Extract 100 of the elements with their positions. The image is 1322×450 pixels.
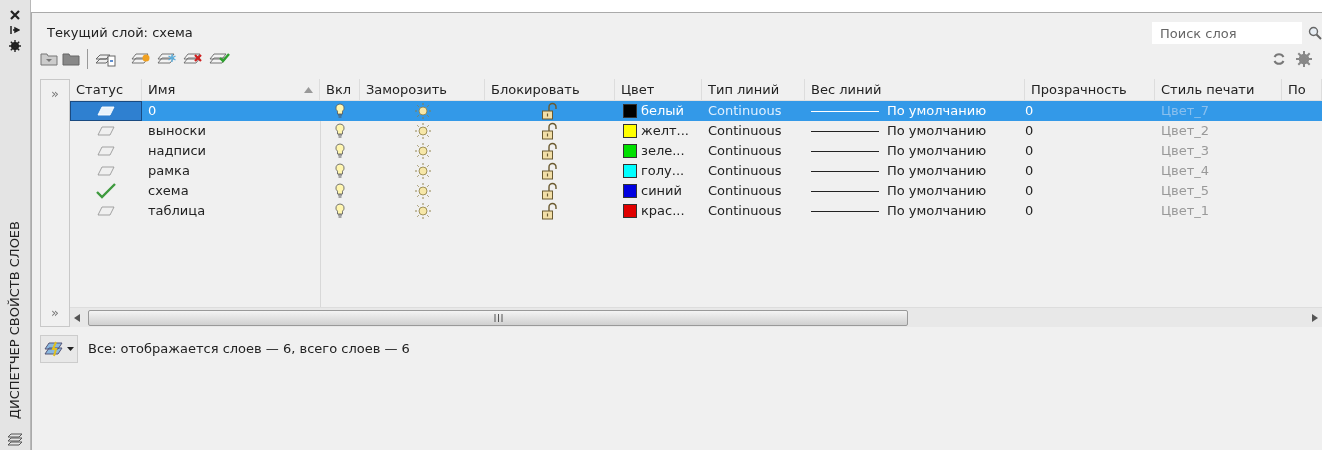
table-cell-text: Цвет_7 <box>1160 102 1211 121</box>
table-cell-text: 0 <box>1024 102 1035 121</box>
color-swatch[interactable] <box>623 144 637 158</box>
column-header[interactable]: Блокировать <box>485 79 615 100</box>
table-cell-text: 0 <box>1024 142 1035 161</box>
folder-icon[interactable] <box>62 51 80 67</box>
color-swatch[interactable] <box>623 124 637 138</box>
column-header[interactable]: По <box>1282 79 1322 100</box>
table-cell-text: таблица <box>147 202 207 221</box>
table-row[interactable]: таблица крас... Continuous По умолчанию 0 Цвет_1 <box>70 201 1322 221</box>
table-row[interactable]: выноски желт... Continuous По умолчанию 0 Цвет_2 <box>70 121 1322 141</box>
filter-dropdown[interactable] <box>40 335 78 363</box>
table-row[interactable]: надписи зеле... Continuous По умолчанию 0 Цвет_3 <box>70 141 1322 161</box>
settings-icon[interactable] <box>9 40 21 52</box>
table-cell-text: синий <box>641 182 682 201</box>
lineweight-line <box>811 190 879 192</box>
column-header[interactable]: Тип линий <box>702 79 805 100</box>
table-cell-text: По умолчанию <box>887 202 987 221</box>
table-cell-text: Цвет_3 <box>1160 142 1211 161</box>
table-cell-text: 0 <box>1024 182 1035 201</box>
table-cell-text: Цвет_4 <box>1160 162 1211 181</box>
column-header[interactable]: Прозрачность <box>1025 79 1155 100</box>
column-header[interactable]: Стиль печати <box>1155 79 1282 100</box>
table-cell-text: По умолчанию <box>887 122 987 141</box>
search-icon[interactable] <box>1308 26 1322 40</box>
current-layer-label: Текущий слой: схема <box>47 24 193 43</box>
column-header[interactable]: Заморозить <box>360 79 485 100</box>
column-header[interactable]: Цвет <box>615 79 702 100</box>
table-row[interactable]: схема синий Continuous По умолчанию 0 Цвет_5 <box>70 181 1322 201</box>
color-swatch[interactable] <box>623 164 637 178</box>
table-cell-text: По умолчанию <box>887 102 987 121</box>
table-cell-text: надписи <box>147 142 207 161</box>
close-icon[interactable] <box>10 10 20 20</box>
sun-icon[interactable] <box>413 142 432 160</box>
color-swatch[interactable] <box>623 184 637 198</box>
open-lock-icon[interactable] <box>541 142 559 160</box>
lightbulb-icon[interactable] <box>335 183 345 199</box>
lightbulb-icon[interactable] <box>335 123 345 139</box>
open-lock-icon[interactable] <box>541 102 559 120</box>
open-lock-icon[interactable] <box>541 202 559 220</box>
lineweight-line <box>811 210 879 212</box>
table-cell-text: крас... <box>641 202 685 221</box>
folder-icon[interactable] <box>40 51 58 67</box>
expand-toggle[interactable]: » <box>51 302 59 322</box>
open-lock-icon[interactable] <box>541 162 559 180</box>
lightbulb-icon[interactable] <box>335 163 345 179</box>
scroll-left-icon[interactable] <box>74 313 80 322</box>
lightbulb-icon[interactable] <box>335 203 345 219</box>
caret-icon <box>67 347 74 351</box>
color-swatch[interactable] <box>623 104 637 118</box>
lightbulb-icon[interactable] <box>335 143 345 159</box>
column-header[interactable]: Имя <box>142 79 320 100</box>
table-cell-text: Continuous <box>707 162 783 181</box>
expand-toggle[interactable]: » <box>51 84 59 104</box>
table-cell-text: Continuous <box>707 182 783 201</box>
column-header[interactable]: Вес линий <box>805 79 1025 100</box>
scroll-thumb[interactable] <box>88 309 908 326</box>
table-cell-text: Цвет_5 <box>1160 182 1211 201</box>
table-cell-text: По умолчанию <box>887 142 987 161</box>
lineweight-line <box>811 150 879 152</box>
grip-icon <box>493 313 503 322</box>
table-cell-text: Continuous <box>707 142 783 161</box>
search-field[interactable]: Поиск слоя <box>1152 22 1302 44</box>
table-cell-text: 0 <box>1024 122 1035 141</box>
layers-icon[interactable] <box>7 432 23 446</box>
lineweight-line <box>811 170 879 172</box>
table-cell-text: По умолчанию <box>887 182 987 201</box>
table-cell-text: 0 <box>1024 202 1035 221</box>
table-cell-text: схема <box>147 182 190 201</box>
column-header[interactable]: Статус <box>70 79 142 100</box>
pin-icon[interactable] <box>10 25 20 35</box>
table-cell-text: рамка <box>147 162 191 181</box>
table-cell-text: зеле... <box>641 142 685 161</box>
table-cell-text: желт... <box>641 122 689 141</box>
sun-icon[interactable] <box>413 102 432 120</box>
table-cell-text: Цвет_2 <box>1160 122 1211 141</box>
column-header[interactable]: Вкл <box>320 79 360 100</box>
table-row[interactable]: рамка голу... Continuous По умолчанию 0 Цвет_4 <box>70 161 1322 181</box>
sun-icon[interactable] <box>413 122 432 140</box>
table-cell-text: По умолчанию <box>887 162 987 181</box>
scroll-right-icon[interactable] <box>1312 313 1318 322</box>
color-swatch[interactable] <box>623 204 637 218</box>
table-cell-text: 0 <box>147 102 158 121</box>
table-cell-text: выноски <box>147 122 207 141</box>
sun-icon[interactable] <box>413 202 432 220</box>
table-cell-text: Continuous <box>707 102 783 121</box>
horizontal-scrollbar[interactable] <box>70 307 1322 327</box>
panel-title: ДИСПЕТЧЕР СВОЙСТВ СЛОЕВ <box>6 220 24 419</box>
table-cell-text: Цвет_1 <box>1160 202 1211 221</box>
lineweight-line <box>811 130 879 132</box>
lightbulb-icon[interactable] <box>335 103 345 119</box>
sun-icon[interactable] <box>413 182 432 200</box>
sort-arrow-icon <box>304 86 313 93</box>
table-cell-text: Continuous <box>707 202 783 221</box>
sun-icon[interactable] <box>413 162 432 180</box>
open-lock-icon[interactable] <box>541 182 559 200</box>
table-cell-text: белый <box>641 102 685 121</box>
table-cell-text: Continuous <box>707 122 783 141</box>
refresh-icon[interactable] <box>1272 52 1286 66</box>
open-lock-icon[interactable] <box>541 122 559 140</box>
